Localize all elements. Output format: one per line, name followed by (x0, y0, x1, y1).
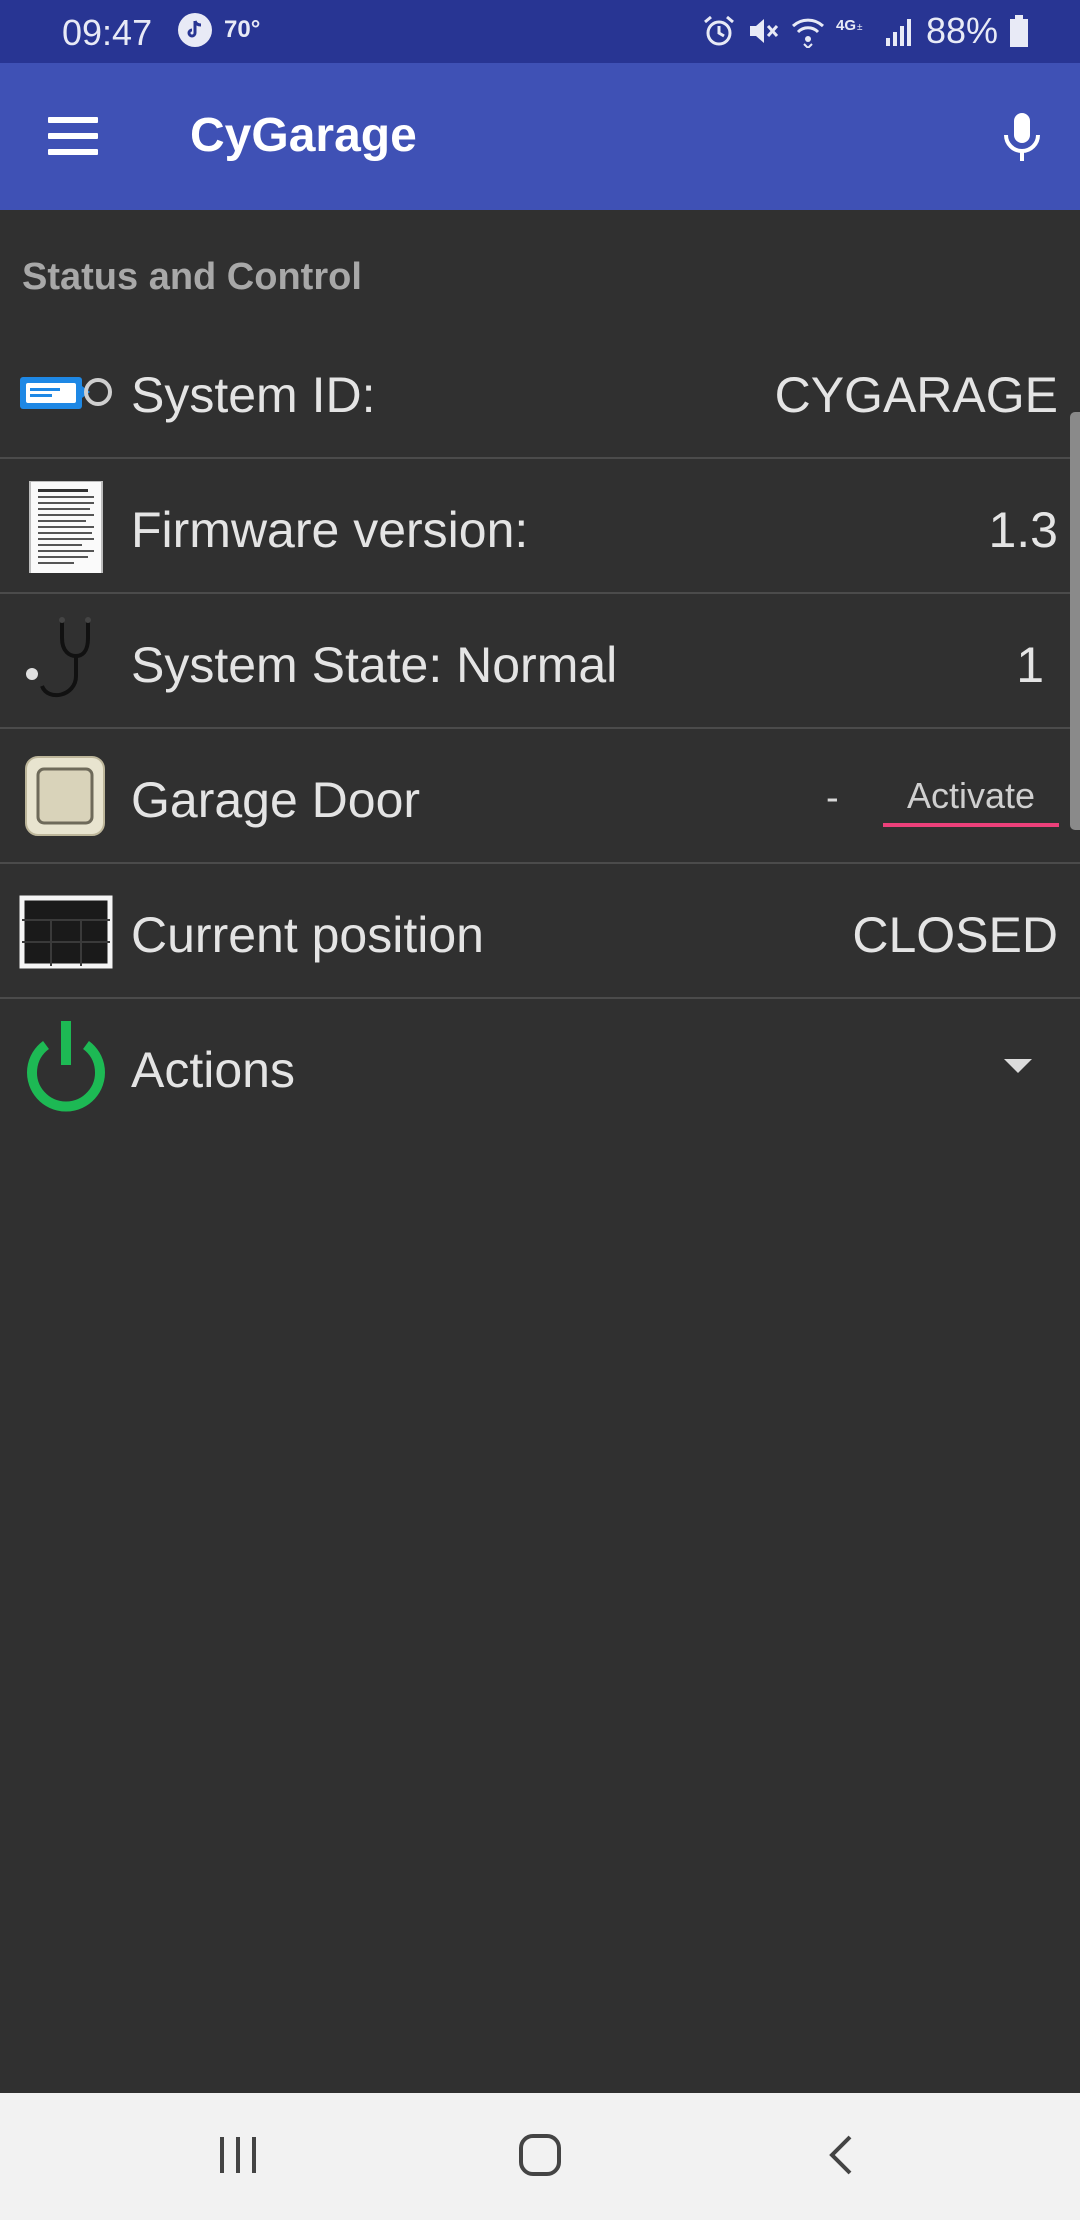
chevron-down-icon[interactable] (1004, 1059, 1032, 1073)
system-id-value: CYGARAGE (774, 367, 1058, 423)
back-icon[interactable] (826, 2133, 856, 2177)
id-tag-icon (20, 377, 112, 409)
current-position-label: Current position (131, 907, 484, 963)
garage-door-row: Garage Door - Activate (0, 729, 1080, 864)
document-icon (29, 481, 103, 573)
4g-icon: 4G ± (836, 17, 863, 34)
status-time: 09:47 (62, 12, 153, 53)
battery-icon (1010, 15, 1028, 47)
garage-door-status: - (826, 777, 839, 819)
power-icon (27, 1021, 105, 1112)
switch-icon (25, 756, 105, 836)
mute-icon (749, 19, 779, 43)
status-bar: 09:47 70° 4G ± 88% (0, 0, 1080, 63)
alarm-icon (703, 15, 734, 46)
menu-icon[interactable] (48, 117, 98, 157)
system-id-row[interactable]: System ID: CYGARAGE (0, 324, 1080, 459)
actions-row[interactable]: Actions (0, 999, 1080, 1132)
activate-button[interactable]: Activate (883, 769, 1059, 827)
tiktok-icon (178, 13, 212, 47)
status-battery: 88% (925, 10, 998, 51)
home-icon[interactable] (518, 2133, 562, 2177)
firmware-version-label: Firmware version: (131, 502, 529, 558)
signal-icon (885, 19, 911, 46)
mic-icon[interactable] (1002, 111, 1042, 163)
system-state-value: 1 (1016, 637, 1044, 693)
status-list: System ID: CYGARAGE Firmware version: 1.… (0, 324, 1080, 1132)
stethoscope-icon (26, 617, 91, 697)
current-position-row[interactable]: Current position CLOSED (0, 864, 1080, 999)
wifi-icon (791, 18, 824, 48)
status-temperature: 70° (224, 16, 261, 43)
system-state-label: System State: Normal (131, 637, 618, 693)
navigation-bar (0, 2093, 1080, 2220)
firmware-version-row[interactable]: Firmware version: 1.3 (0, 459, 1080, 594)
svg-text:4G: 4G (836, 17, 856, 34)
app-title: CyGarage (190, 109, 417, 162)
garage-door-label: Garage Door (131, 772, 421, 828)
recents-icon[interactable] (218, 2133, 258, 2177)
system-state-row[interactable]: System State: Normal 1 (0, 594, 1080, 729)
svg-text:±: ± (857, 22, 863, 33)
system-id-label: System ID: (131, 367, 376, 423)
scrollbar[interactable] (1070, 412, 1080, 830)
actions-label: Actions (131, 1042, 295, 1098)
current-position-value: CLOSED (852, 907, 1058, 963)
app-bar: CyGarage (0, 63, 1080, 210)
section-title: Status and Control (22, 256, 362, 298)
firmware-version-value: 1.3 (988, 502, 1058, 558)
garage-door-icon (19, 895, 113, 969)
status-right-icons: 4G ± 88% (702, 10, 1030, 52)
